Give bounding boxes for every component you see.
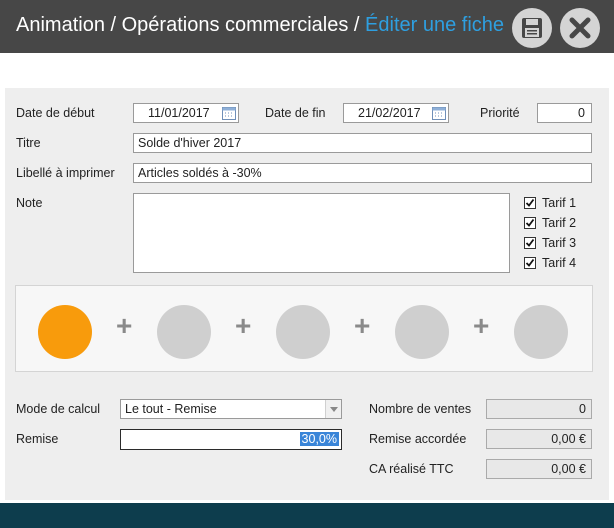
date-end-label: Date de fin	[265, 106, 326, 120]
breadcrumb-current: Éditer une fiche	[365, 14, 505, 36]
title-label: Titre	[16, 136, 41, 150]
tariff-label: Tarif 1	[542, 196, 577, 210]
plus-icon: +	[354, 310, 371, 341]
close-button[interactable]	[560, 8, 600, 48]
save-button[interactable]	[512, 8, 552, 48]
tariff-3-checkbox[interactable]: Tarif 3	[524, 235, 584, 251]
step-2-circle[interactable]	[157, 305, 211, 359]
date-end-value: 21/02/2017	[358, 106, 421, 120]
plus-icon: +	[473, 310, 490, 341]
title-bar: Animation / Opérations commerciales / Éd…	[0, 0, 614, 53]
checkbox-checked-icon	[524, 217, 536, 229]
floppy-save-icon	[522, 18, 542, 38]
step-1-circle[interactable]	[38, 305, 92, 359]
breadcrumb: Animation / Opérations commerciales / Éd…	[16, 14, 504, 37]
tariff-4-checkbox[interactable]: Tarif 4	[524, 255, 584, 271]
print-label-field[interactable]: Articles soldés à -30%	[133, 163, 592, 183]
sales-count-field: 0	[486, 399, 592, 419]
checkbox-checked-icon	[524, 197, 536, 209]
discount-input[interactable]: 30,0%	[120, 429, 342, 450]
step-4-circle[interactable]	[395, 305, 449, 359]
sales-count-label: Nombre de ventes	[369, 402, 472, 416]
checkbox-checked-icon	[524, 237, 536, 249]
calc-mode-label: Mode de calcul	[16, 402, 101, 416]
title-field[interactable]: Solde d'hiver 2017	[133, 133, 592, 153]
revenue-field: 0,00 €	[486, 459, 592, 479]
calc-mode-value: Le tout - Remise	[125, 402, 217, 416]
note-textarea[interactable]	[133, 193, 510, 273]
bottom-bar	[0, 503, 614, 528]
step-3-circle[interactable]	[276, 305, 330, 359]
granted-discount-field: 0,00 €	[486, 429, 592, 449]
checkbox-checked-icon	[524, 257, 536, 269]
priority-label: Priorité	[480, 106, 520, 120]
calendar-icon[interactable]	[432, 106, 446, 120]
plus-icon: +	[116, 310, 133, 341]
discount-label: Remise	[16, 432, 59, 446]
close-x-icon	[569, 17, 591, 39]
tariff-label: Tarif 4	[542, 256, 577, 270]
granted-discount-label: Remise accordée	[369, 432, 467, 446]
step-selector: + + + +	[15, 285, 593, 372]
tariff-label: Tarif 2	[542, 216, 577, 230]
date-start-label: Date de début	[16, 106, 95, 120]
breadcrumb-root: Animation / Opérations commerciales /	[16, 14, 366, 36]
date-end-field[interactable]: 21/02/2017	[343, 103, 449, 123]
tariff-2-checkbox[interactable]: Tarif 2	[524, 215, 584, 231]
plus-icon: +	[235, 310, 252, 341]
date-start-value: 11/01/2017	[148, 106, 210, 120]
chevron-down-icon[interactable]	[325, 400, 341, 418]
revenue-label: CA réalisé TTC	[369, 462, 454, 476]
date-start-field[interactable]: 11/01/2017	[133, 103, 239, 123]
note-label: Note	[16, 196, 43, 210]
calc-mode-select[interactable]: Le tout - Remise	[120, 399, 342, 419]
tariff-label: Tarif 3	[542, 236, 577, 250]
step-5-circle[interactable]	[514, 305, 568, 359]
priority-field[interactable]: 0	[537, 103, 592, 123]
discount-value: 30,0%	[299, 432, 339, 446]
tariff-1-checkbox[interactable]: Tarif 1	[524, 195, 584, 211]
calendar-icon[interactable]	[222, 106, 236, 120]
print-label-label: Libellé à imprimer	[16, 166, 115, 180]
